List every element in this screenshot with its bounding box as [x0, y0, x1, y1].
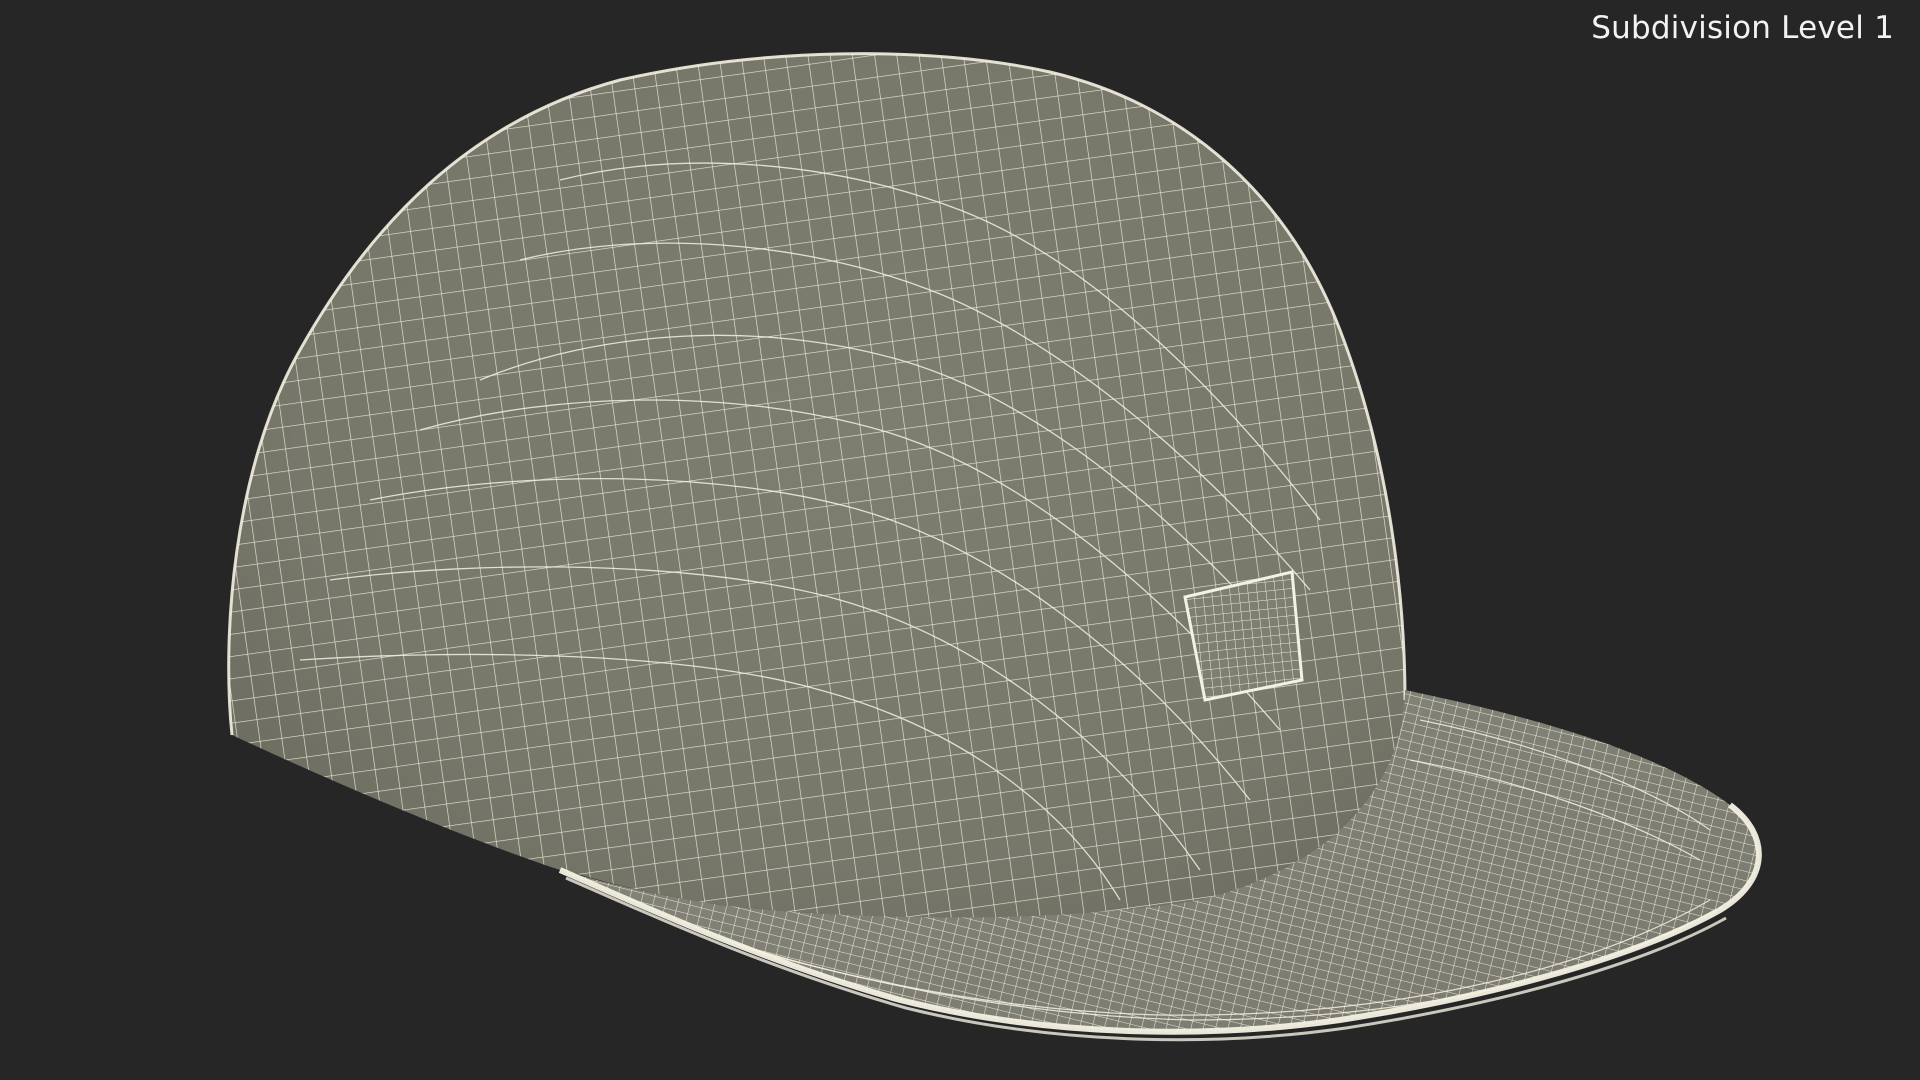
subdivision-level-label: Subdivision Level 1: [1591, 10, 1894, 46]
cap-wireframe-model: [227, 52, 1762, 1042]
3d-viewport[interactable]: Subdivision Level 1: [0, 0, 1920, 1080]
